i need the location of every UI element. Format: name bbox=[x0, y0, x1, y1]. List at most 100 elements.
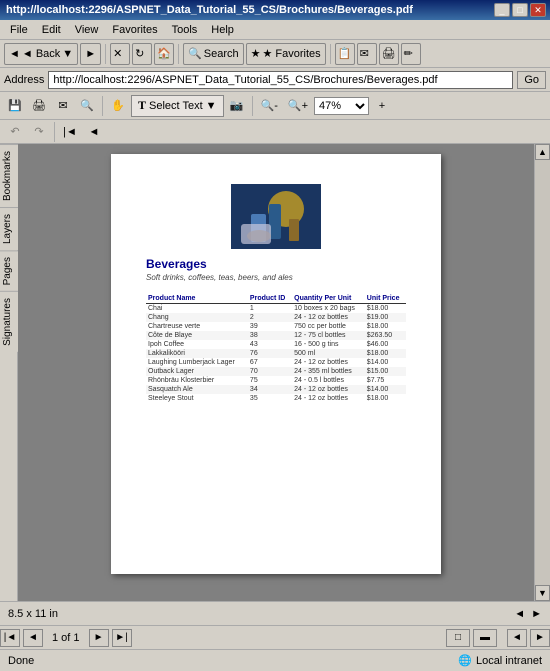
back-label: ◄ Back bbox=[22, 48, 60, 60]
go-button[interactable]: Go bbox=[517, 71, 546, 89]
menu-file[interactable]: File bbox=[4, 22, 34, 38]
minimize-button[interactable]: _ bbox=[494, 3, 510, 17]
search-icon: 🔍 bbox=[188, 47, 202, 60]
pdf-product-image bbox=[231, 184, 321, 249]
window-controls: _ □ ✕ bbox=[494, 3, 546, 17]
pdf-toolbar-1: 💾 🖨 ✉ 🔍 ✋ T Select Text ▼ 📷 🔍- 🔍+ 47% 25… bbox=[0, 92, 550, 120]
pdf-save-btn[interactable]: 💾 bbox=[4, 95, 26, 117]
table-cell: 500 ml bbox=[292, 349, 365, 358]
prev-page-button[interactable]: ◄ bbox=[23, 629, 43, 647]
back-dropdown-icon: ▼ bbox=[62, 48, 73, 60]
scroll-right-btn[interactable]: ► bbox=[531, 608, 542, 620]
ie-status-bar: Done 🌐 Local intranet bbox=[0, 649, 550, 671]
table-cell: Sasquatch Ale bbox=[146, 385, 248, 394]
pdf-sep-2 bbox=[252, 96, 253, 116]
pdf-search-btn[interactable]: 🔍 bbox=[76, 95, 98, 117]
table-cell: Laughing Lumberjack Lager bbox=[146, 358, 248, 367]
pdf-viewing-area[interactable]: Beverages Soft drinks, coffees, teas, be… bbox=[18, 144, 534, 601]
table-cell: 24 - 12 oz bottles bbox=[292, 313, 365, 322]
scroll-down-btn[interactable]: ▼ bbox=[535, 585, 550, 601]
table-cell: 76 bbox=[248, 349, 292, 358]
pdf-print-btn[interactable]: 🖨 bbox=[28, 95, 50, 117]
table-cell: Chang bbox=[146, 313, 248, 322]
address-input[interactable] bbox=[48, 71, 513, 89]
first-page-button[interactable]: |◄ bbox=[0, 629, 20, 647]
bookmarks-tab[interactable]: Bookmarks bbox=[0, 144, 18, 207]
menu-help[interactable]: Help bbox=[205, 22, 240, 38]
scroll-up-btn[interactable]: ▲ bbox=[535, 144, 550, 160]
table-cell: $18.00 bbox=[365, 304, 406, 314]
nav-separator-3 bbox=[330, 44, 331, 64]
mail-button[interactable]: ✉ bbox=[357, 43, 377, 65]
table-row: Rhönbräu Klosterbier7524 - 0.5 l bottles… bbox=[146, 376, 406, 385]
back-button[interactable]: ◄ ◄ Back ▼ bbox=[4, 43, 78, 65]
edit-button[interactable]: ✏ bbox=[401, 43, 421, 65]
refresh-button[interactable]: ↻ bbox=[132, 43, 152, 65]
favorites-icon: ★ bbox=[251, 47, 261, 60]
table-cell: 67 bbox=[248, 358, 292, 367]
last-page-button[interactable]: ►| bbox=[112, 629, 132, 647]
nav-separator-1 bbox=[105, 44, 106, 64]
pdf-toolbar-2: ↶ ↷ |◄ ◄ bbox=[0, 120, 550, 144]
table-cell: $263.50 bbox=[365, 331, 406, 340]
table-cell: 24 - 355 ml bottles bbox=[292, 367, 365, 376]
pdf-sep-1 bbox=[102, 96, 103, 116]
address-label: Address bbox=[4, 74, 44, 86]
fit-page-btn[interactable]: □ bbox=[446, 629, 470, 647]
print-button[interactable]: 🖨 bbox=[379, 43, 399, 65]
pdf-zoom-in-btn[interactable]: 🔍+ bbox=[284, 95, 312, 117]
zone-indicator: 🌐 Local intranet bbox=[458, 654, 542, 667]
menu-tools[interactable]: Tools bbox=[166, 22, 204, 38]
pdf-hand-btn[interactable]: ✋ bbox=[107, 95, 129, 117]
favorites-button[interactable]: ★ ★ Favorites bbox=[246, 43, 326, 65]
scroll-h-right-btn[interactable]: ► bbox=[530, 629, 550, 647]
signatures-tab[interactable]: Signatures bbox=[0, 291, 18, 352]
title-bar: http://localhost:2296/ASPNET_Data_Tutori… bbox=[0, 0, 550, 20]
pdf-redo-btn[interactable]: ↷ bbox=[28, 121, 50, 143]
page-indicator: 1 of 1 bbox=[46, 632, 86, 644]
table-cell: 34 bbox=[248, 385, 292, 394]
zoom-select[interactable]: 47% 25%33%50%75%100%125%150%200% bbox=[314, 97, 369, 115]
next-page-button[interactable]: ► bbox=[89, 629, 109, 647]
pdf-first-page-btn[interactable]: |◄ bbox=[59, 121, 81, 143]
search-button[interactable]: 🔍 Search bbox=[183, 43, 244, 65]
table-cell: $14.00 bbox=[365, 358, 406, 367]
menu-view[interactable]: View bbox=[69, 22, 105, 38]
pdf-email-btn[interactable]: ✉ bbox=[52, 95, 74, 117]
scroll-track[interactable] bbox=[535, 160, 550, 585]
close-button[interactable]: ✕ bbox=[530, 3, 546, 17]
menu-favorites[interactable]: Favorites bbox=[106, 22, 163, 38]
table-cell: $18.00 bbox=[365, 349, 406, 358]
table-row: Chang224 - 12 oz bottles$19.00 bbox=[146, 313, 406, 322]
window-title: http://localhost:2296/ASPNET_Data_Tutori… bbox=[4, 4, 494, 16]
pdf-undo-btn[interactable]: ↶ bbox=[4, 121, 26, 143]
table-cell: 24 - 12 oz bottles bbox=[292, 394, 365, 403]
scroll-h-left-btn[interactable]: ◄ bbox=[507, 629, 527, 647]
scroll-left-btn[interactable]: ◄ bbox=[514, 608, 525, 620]
select-text-tool[interactable]: T Select Text ▼ bbox=[131, 95, 224, 117]
history-button[interactable]: 📋 bbox=[335, 43, 355, 65]
menu-edit[interactable]: Edit bbox=[36, 22, 67, 38]
table-row: Steeleye Stout3524 - 12 oz bottles$18.00 bbox=[146, 394, 406, 403]
pdf-snapshot-btn[interactable]: 📷 bbox=[226, 95, 248, 117]
col-product-name: Product Name bbox=[146, 294, 248, 304]
table-cell: 39 bbox=[248, 322, 292, 331]
pdf-zoom-out-btn[interactable]: 🔍- bbox=[257, 95, 282, 117]
home-button[interactable]: 🏠 bbox=[154, 43, 174, 65]
table-cell: 35 bbox=[248, 394, 292, 403]
fit-width-btn[interactable]: ▬ bbox=[473, 629, 497, 647]
col-price: Unit Price bbox=[365, 294, 406, 304]
layers-tab[interactable]: Layers bbox=[0, 207, 18, 250]
table-row: Lakkalikööri76500 ml$18.00 bbox=[146, 349, 406, 358]
pdf-zoom-plus-btn[interactable]: + bbox=[371, 95, 393, 117]
table-cell: $15.00 bbox=[365, 367, 406, 376]
pages-tab[interactable]: Pages bbox=[0, 250, 18, 291]
table-cell: Chai bbox=[146, 304, 248, 314]
stop-button[interactable]: ✕ bbox=[110, 43, 130, 65]
search-label: Search bbox=[204, 48, 239, 60]
right-scrollbar[interactable]: ▲ ▼ bbox=[534, 144, 550, 601]
table-row: Outback Lager7024 - 355 ml bottles$15.00 bbox=[146, 367, 406, 376]
pdf-prev-page-btn[interactable]: ◄ bbox=[83, 121, 105, 143]
forward-button[interactable]: ► bbox=[80, 43, 101, 65]
maximize-button[interactable]: □ bbox=[512, 3, 528, 17]
